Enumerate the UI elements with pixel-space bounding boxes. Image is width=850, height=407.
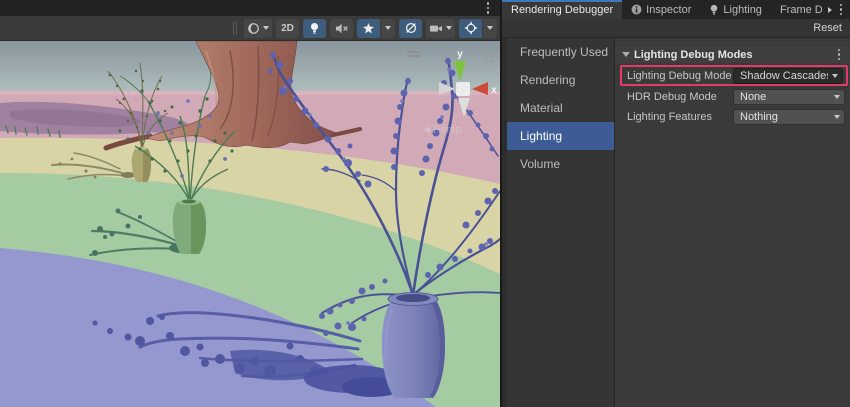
tab-scroll-right-icon[interactable]	[828, 7, 832, 13]
section-header: Lighting Debug Modes	[615, 46, 850, 63]
scene-menu-kebab-icon[interactable]	[484, 0, 493, 16]
2d-mode-button[interactable]: 2D	[276, 19, 299, 38]
sidebar-item-material[interactable]: Material	[507, 94, 614, 122]
tab-inspector[interactable]: Inspector	[622, 0, 700, 19]
orientation-gizmo[interactable]: y x	[430, 45, 500, 121]
gizmos-toggle-button[interactable]	[459, 19, 482, 38]
overlay-handle-icon[interactable]	[407, 51, 420, 57]
row-lighting-debug-mode: Lighting Debug Mode Shadow Cascades	[620, 65, 848, 86]
scene-audio-toggle-button[interactable]	[330, 19, 353, 38]
effects-dropdown-button[interactable]	[381, 19, 395, 38]
draw-mode-button[interactable]	[244, 19, 272, 38]
eye-slash-icon	[404, 21, 418, 35]
audio-muted-icon	[335, 22, 349, 35]
lighting-debug-mode-dropdown[interactable]: Shadow Cascades	[733, 68, 843, 84]
tab-frame-debugger[interactable]: Frame D	[771, 0, 823, 19]
property-label: Lighting Debug Mode	[627, 70, 733, 82]
gizmo-x-cone	[472, 82, 488, 95]
section-title: Lighting Debug Modes	[634, 49, 831, 61]
tab-lighting[interactable]: Lighting	[700, 0, 771, 19]
property-label: Lighting Features	[627, 111, 733, 123]
hidden-objects-toggle-button[interactable]	[399, 19, 422, 38]
reset-button[interactable]: Reset	[811, 22, 844, 34]
chevron-down-icon	[834, 115, 840, 119]
scene-view-toolbar: 2D	[0, 16, 500, 41]
hdr-debug-mode-dropdown[interactable]: None	[733, 89, 845, 105]
projection-mode-label[interactable]: Persp	[424, 124, 462, 136]
scene-3d-viewport[interactable]: y x Persp	[0, 41, 500, 407]
section-menu-kebab-icon[interactable]	[835, 47, 844, 63]
gizmo-y-label: y	[457, 49, 463, 60]
chevron-down-icon	[834, 95, 840, 99]
chevron-down-icon	[446, 26, 452, 30]
toolbar-separator	[236, 22, 237, 35]
tab-bar: Rendering Debugger Inspector Lighting Fr…	[502, 0, 850, 19]
gizmo-y-cone	[454, 61, 466, 81]
chevron-down-icon	[487, 26, 493, 30]
gizmo-x-label: x	[491, 85, 497, 96]
chevron-down-icon	[263, 26, 269, 30]
debugger-toolbar: Reset	[502, 19, 850, 38]
gizmo-left-cone	[439, 82, 455, 95]
2d-label: 2D	[281, 23, 294, 34]
effects-split-button	[357, 19, 395, 38]
info-icon	[631, 4, 642, 15]
gizmos-split-button	[459, 19, 497, 38]
property-label: HDR Debug Mode	[627, 91, 733, 103]
draw-mode-split-button	[244, 19, 272, 38]
scene-camera-button[interactable]	[426, 19, 455, 38]
gizmo-center-cube	[456, 82, 470, 96]
gizmo-bottom-cone	[458, 98, 470, 117]
unity-editor-window: 2D	[0, 0, 850, 407]
gizmos-dropdown-button[interactable]	[483, 19, 497, 38]
scene-effects-button[interactable]	[357, 19, 380, 38]
camera-icon	[429, 22, 443, 35]
sidebar-item-volume[interactable]: Volume	[507, 150, 614, 178]
shaded-sphere-icon	[247, 22, 260, 35]
foldout-caret-icon[interactable]	[622, 52, 630, 57]
gizmo-sphere-icon	[464, 21, 478, 35]
effects-star-icon	[362, 22, 375, 35]
chevron-down-icon	[385, 26, 391, 30]
chevron-down-icon	[832, 74, 838, 78]
scene-lighting-toggle-button[interactable]	[303, 19, 326, 38]
sidebar-item-rendering[interactable]: Rendering	[507, 66, 614, 94]
row-lighting-features: Lighting Features Nothing	[615, 107, 850, 126]
camera-split-button	[426, 19, 455, 38]
sidebar-item-frequently-used[interactable]: Frequently Used	[507, 38, 614, 66]
sidebar-item-lighting[interactable]: Lighting	[507, 122, 614, 150]
light-bulb-icon	[309, 22, 320, 35]
debugger-body: Frequently Used Rendering Material Light…	[502, 38, 850, 407]
debugger-sidebar: Frequently Used Rendering Material Light…	[507, 38, 615, 407]
light-bulb-icon	[709, 4, 719, 16]
tab-menu-kebab-icon[interactable]	[837, 2, 846, 18]
lighting-debug-panel: Lighting Debug Modes Lighting Debug Mode…	[615, 38, 850, 407]
scene-view-pane: 2D	[0, 0, 500, 407]
chevron-left-icon	[424, 126, 430, 134]
rendering-debugger-pane: Rendering Debugger Inspector Lighting Fr…	[500, 0, 850, 407]
scene-3d-render	[0, 41, 500, 407]
property-rows: Lighting Debug Mode Shadow Cascades HDR …	[615, 63, 850, 126]
row-hdr-debug-mode: HDR Debug Mode None	[615, 87, 850, 106]
tab-rendering-debugger[interactable]: Rendering Debugger	[502, 0, 622, 19]
scene-view-header	[0, 0, 500, 16]
lighting-features-dropdown[interactable]: Nothing	[733, 109, 845, 125]
